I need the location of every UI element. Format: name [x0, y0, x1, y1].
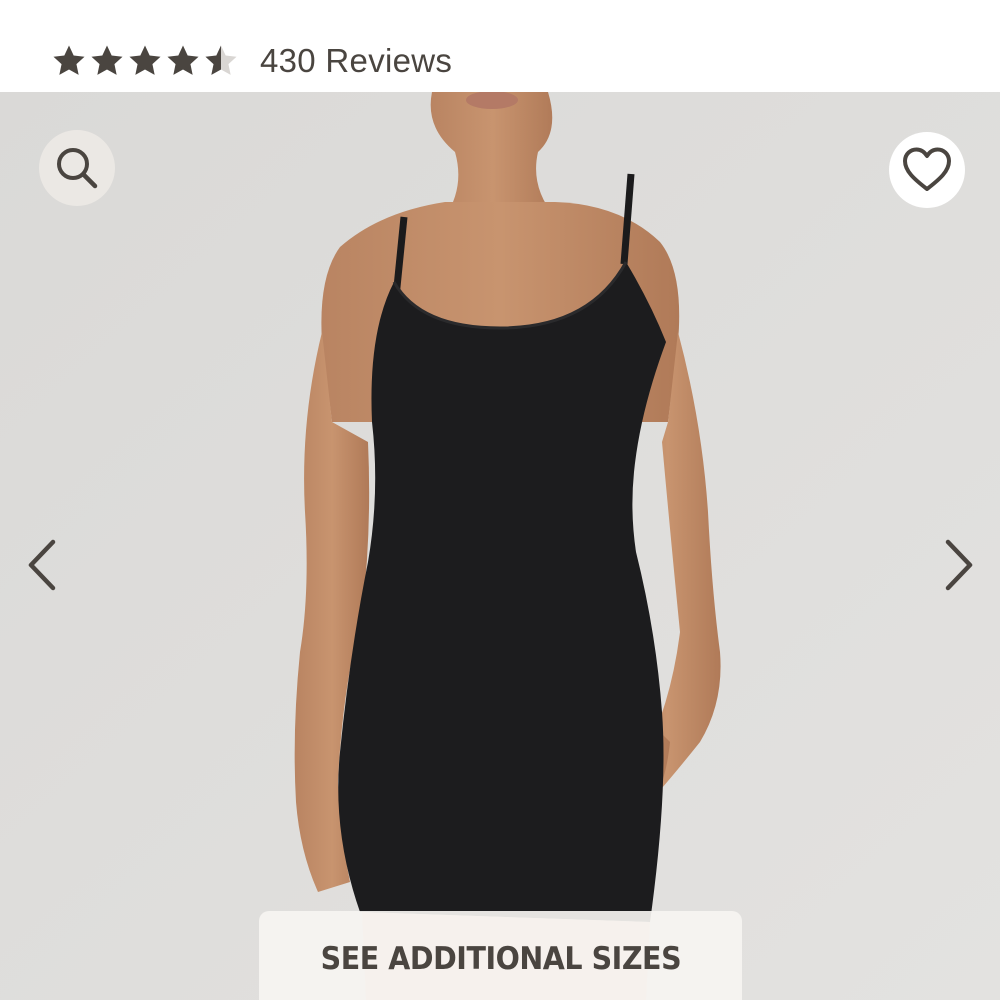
- next-image-button[interactable]: [934, 530, 984, 600]
- star-icon: [53, 45, 85, 75]
- favorite-button[interactable]: [889, 132, 965, 208]
- previous-image-button[interactable]: [17, 530, 67, 600]
- chevron-left-icon: [28, 539, 56, 591]
- product-photo: [0, 92, 1000, 1000]
- star-rating[interactable]: [50, 42, 240, 80]
- see-additional-sizes-label: SEE ADDITIONAL SIZES: [320, 941, 681, 977]
- search-button[interactable]: [39, 130, 115, 206]
- rating-bar: 430 Reviews: [0, 0, 1000, 92]
- star-icon: [167, 45, 199, 75]
- heart-icon: [903, 147, 951, 191]
- search-icon: [57, 148, 98, 189]
- star-icon: [129, 45, 161, 75]
- product-image-gallery[interactable]: SEE ADDITIONAL SIZES: [0, 92, 1000, 1000]
- star-half-icon: [205, 45, 237, 75]
- reviews-link[interactable]: 430 Reviews: [260, 40, 452, 82]
- star-icon: [91, 45, 123, 75]
- see-additional-sizes-button[interactable]: SEE ADDITIONAL SIZES: [259, 911, 742, 1000]
- chevron-right-icon: [945, 539, 973, 591]
